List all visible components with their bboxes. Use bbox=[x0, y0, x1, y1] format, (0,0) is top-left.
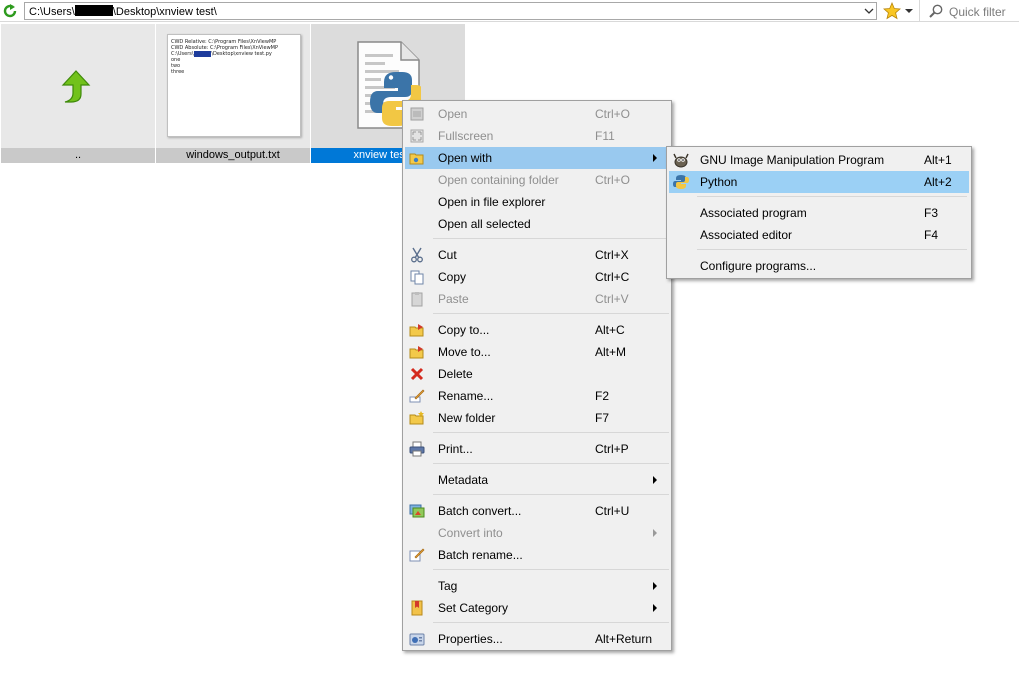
properties-icon bbox=[409, 633, 425, 646]
thumbnail-parent-folder[interactable]: .. bbox=[1, 24, 156, 163]
menu-separator bbox=[433, 432, 669, 433]
menu-item-open-with[interactable]: Open with bbox=[405, 147, 669, 169]
menu-item-rename[interactable]: Rename... F2 bbox=[405, 385, 669, 407]
menu-item-open[interactable]: Open Ctrl+O bbox=[405, 103, 669, 125]
batch-convert-icon bbox=[409, 504, 425, 518]
menu-separator bbox=[697, 249, 967, 250]
context-menu: Open Ctrl+O Fullscreen F11 Open with Open … bbox=[402, 100, 672, 651]
menu-separator bbox=[433, 494, 669, 495]
menu-separator bbox=[433, 238, 669, 239]
menu-separator bbox=[433, 463, 669, 464]
thumbnail-caption: .. bbox=[1, 148, 155, 163]
refresh-arrow-icon[interactable] bbox=[2, 3, 18, 19]
menu-item-cut[interactable]: Cut Ctrl+X bbox=[405, 244, 669, 266]
open-icon bbox=[410, 107, 424, 121]
folder-open-icon bbox=[409, 153, 424, 165]
fullscreen-icon bbox=[410, 129, 424, 143]
batch-rename-icon bbox=[409, 548, 425, 562]
menu-item-delete[interactable]: Delete bbox=[405, 363, 669, 385]
copy-to-folder-icon bbox=[409, 324, 424, 337]
text-file-preview: CWD Relative: C:\Program Files\XnViewMP C… bbox=[167, 34, 301, 137]
address-input[interactable]: C:\Users\ \Desktop\xnview test\ bbox=[24, 2, 877, 20]
favorites-dropdown-icon[interactable] bbox=[905, 9, 913, 13]
submenu-item-configure-programs[interactable]: Configure programs... bbox=[669, 255, 969, 277]
open-with-submenu: GNU Image Manipulation Program Alt+1 Pyth… bbox=[666, 146, 972, 279]
menu-item-open-containing-folder[interactable]: Open containing folder Ctrl+O bbox=[405, 169, 669, 191]
menu-item-new-folder[interactable]: New folder F7 bbox=[405, 407, 669, 429]
address-toolbar: C:\Users\ \Desktop\xnview test\ Quick fil… bbox=[0, 0, 1019, 22]
gimp-icon bbox=[673, 153, 689, 168]
menu-item-copy[interactable]: Copy Ctrl+C bbox=[405, 266, 669, 288]
menu-separator bbox=[433, 569, 669, 570]
path-prefix: C:\Users\ bbox=[29, 6, 75, 18]
menu-item-batch-rename[interactable]: Batch rename... bbox=[405, 544, 669, 566]
rename-pencil-icon bbox=[409, 389, 425, 403]
menu-item-metadata[interactable]: Metadata bbox=[405, 469, 669, 491]
quick-filter-placeholder: Quick filter bbox=[949, 5, 1006, 19]
menu-item-tag[interactable]: Tag bbox=[405, 575, 669, 597]
menu-item-convert-into[interactable]: Convert into bbox=[405, 522, 669, 544]
menu-item-copy-to[interactable]: Copy to... Alt+C bbox=[405, 319, 669, 341]
submenu-item-associated-editor[interactable]: Associated editor F4 bbox=[669, 224, 969, 246]
menu-item-batch-convert[interactable]: Batch convert... Ctrl+U bbox=[405, 500, 669, 522]
menu-item-paste[interactable]: Paste Ctrl+V bbox=[405, 288, 669, 310]
menu-item-properties[interactable]: Properties... Alt+Return bbox=[405, 628, 669, 650]
menu-item-fullscreen[interactable]: Fullscreen F11 bbox=[405, 125, 669, 147]
up-arrow-icon bbox=[61, 70, 91, 103]
submenu-arrow-icon bbox=[653, 476, 657, 484]
chevron-down-icon[interactable] bbox=[864, 7, 874, 15]
search-icon bbox=[929, 4, 943, 18]
menu-separator bbox=[433, 622, 669, 623]
menu-separator bbox=[697, 196, 967, 197]
menu-item-open-in-file-explorer[interactable]: Open in file explorer bbox=[405, 191, 669, 213]
menu-separator bbox=[433, 313, 669, 314]
thumbnail-caption: windows_output.txt bbox=[156, 148, 310, 163]
thumbnail-windows-output[interactable]: CWD Relative: C:\Program Files\XnViewMP C… bbox=[156, 24, 311, 163]
favorites-star-icon[interactable] bbox=[883, 2, 901, 20]
python-icon bbox=[673, 175, 689, 189]
submenu-arrow-icon bbox=[653, 604, 657, 612]
category-bookmark-icon bbox=[411, 600, 423, 616]
copy-icon bbox=[410, 270, 424, 285]
menu-item-set-category[interactable]: Set Category bbox=[405, 597, 669, 619]
submenu-arrow-icon bbox=[653, 582, 657, 590]
redacted-username bbox=[74, 5, 113, 16]
scissors-icon bbox=[411, 247, 423, 263]
quick-filter-input[interactable]: Quick filter bbox=[919, 0, 1019, 22]
submenu-arrow-icon bbox=[653, 529, 657, 537]
menu-item-move-to[interactable]: Move to... Alt+M bbox=[405, 341, 669, 363]
submenu-item-python[interactable]: Python Alt+2 bbox=[669, 171, 969, 193]
delete-x-icon bbox=[410, 367, 424, 381]
move-to-folder-icon bbox=[409, 346, 424, 359]
submenu-arrow-icon bbox=[653, 154, 657, 162]
submenu-item-gimp[interactable]: GNU Image Manipulation Program Alt+1 bbox=[669, 149, 969, 171]
paste-icon bbox=[411, 292, 423, 307]
menu-item-print[interactable]: Print... Ctrl+P bbox=[405, 438, 669, 460]
new-folder-icon bbox=[409, 411, 424, 425]
printer-icon bbox=[409, 441, 425, 457]
path-suffix: \Desktop\xnview test\ bbox=[112, 6, 217, 18]
submenu-item-associated-program[interactable]: Associated program F3 bbox=[669, 202, 969, 224]
menu-item-open-all-selected[interactable]: Open all selected bbox=[405, 213, 669, 235]
